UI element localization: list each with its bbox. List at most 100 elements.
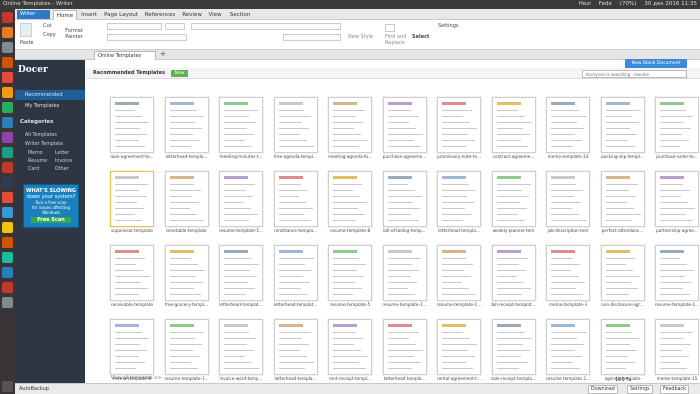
template-thumbnail[interactable] <box>273 171 318 227</box>
template-thumbnail[interactable] <box>219 319 263 375</box>
paragraph-tools[interactable] <box>191 23 341 30</box>
launcher-icon-17[interactable] <box>2 252 13 263</box>
template-thumbnail[interactable] <box>600 245 645 301</box>
template-card[interactable]: resume-template-1... <box>434 245 484 311</box>
paste-button[interactable]: Paste <box>20 40 34 46</box>
launcher-icon-2[interactable] <box>2 27 13 38</box>
template-label[interactable]: perfect-attendanc... <box>598 228 648 234</box>
template-label[interactable]: free-grocery-templ... <box>162 302 212 308</box>
template-thumbnail[interactable] <box>491 171 536 227</box>
tab-page-layout[interactable]: Page Layout <box>103 10 139 20</box>
category-letter[interactable]: Letter <box>55 150 69 157</box>
launcher-icon-13[interactable] <box>2 192 13 203</box>
template-card[interactable]: timetable-template <box>162 171 212 237</box>
template-card[interactable]: receivable-template <box>107 245 157 311</box>
template-thumbnail[interactable] <box>655 171 699 227</box>
template-card[interactable]: meeting-agenda-fo... <box>325 97 375 163</box>
template-thumbnail[interactable] <box>219 171 263 227</box>
template-card[interactable]: sale-receipt-templa... <box>489 319 539 385</box>
template-thumbnail[interactable] <box>110 245 154 301</box>
template-card[interactable]: packing-slip-templ... <box>598 97 648 163</box>
trash-icon[interactable] <box>2 381 13 392</box>
view-all-templates-link[interactable]: View all templates >> <box>111 376 161 381</box>
template-label[interactable]: letterhead-templat... <box>216 302 266 308</box>
template-label[interactable]: packing-slip-templ... <box>598 154 648 160</box>
launcher-icon-14[interactable] <box>2 207 13 218</box>
template-thumbnail[interactable] <box>273 245 318 301</box>
template-label[interactable]: timetable-template <box>162 228 212 234</box>
template-card[interactable]: memo-template-3 <box>543 245 593 311</box>
template-thumbnail[interactable] <box>437 245 481 301</box>
tab-online-templates[interactable]: Online Templates <box>94 51 156 60</box>
style-gallery[interactable] <box>283 34 341 41</box>
template-label[interactable]: sale-receipt-templa... <box>489 376 539 382</box>
template-thumbnail[interactable] <box>655 97 699 153</box>
launcher-icon-1[interactable] <box>2 12 13 23</box>
launcher-icon-16[interactable] <box>2 237 13 248</box>
category-resume[interactable]: Resume <box>28 158 47 165</box>
template-label[interactable]: letterhead templa... <box>434 228 484 234</box>
template-thumbnail[interactable] <box>437 171 481 227</box>
category-memo[interactable]: Memo <box>28 150 43 157</box>
template-thumbnail[interactable] <box>491 97 536 153</box>
template-thumbnail[interactable] <box>273 97 318 153</box>
zoom-level[interactable]: 100 % <box>615 375 631 385</box>
select-button[interactable]: Select <box>412 34 429 40</box>
launcher-icon-8[interactable] <box>2 117 13 128</box>
template-thumbnail[interactable] <box>164 171 209 227</box>
template-thumbnail[interactable] <box>491 319 536 375</box>
launcher-icon-10[interactable] <box>2 147 13 158</box>
template-thumbnail[interactable] <box>110 319 154 375</box>
launcher-icon-11[interactable] <box>2 162 13 173</box>
template-card[interactable]: meeting-minutes-t... <box>216 97 266 163</box>
tab-insert[interactable]: Insert <box>78 10 100 20</box>
template-label[interactable]: memo-template-14 <box>543 154 593 160</box>
template-label[interactable]: weekly-planner-tem <box>489 228 539 234</box>
template-label[interactable]: memo-template-3 <box>543 302 593 308</box>
template-card[interactable]: letterhead templa... <box>380 319 430 385</box>
text-format-tools[interactable] <box>107 34 187 41</box>
template-label[interactable]: non-disclosure-agr... <box>598 302 648 308</box>
find-replace-button[interactable]: Find and Replace <box>385 34 411 46</box>
template-thumbnail[interactable] <box>328 171 372 227</box>
template-thumbnail[interactable] <box>546 319 590 375</box>
font-size-select[interactable] <box>165 23 185 30</box>
launcher-icon-19[interactable] <box>2 282 13 293</box>
template-card[interactable]: supervisor-template <box>107 171 157 237</box>
template-thumbnail[interactable] <box>219 245 263 301</box>
template-card[interactable]: letterhead-templat... <box>216 245 266 311</box>
template-thumbnail[interactable] <box>110 171 154 227</box>
template-card[interactable]: weekly-planner-tem <box>489 171 539 237</box>
template-thumbnail[interactable] <box>437 97 481 153</box>
template-label[interactable]: promissory-note-te... <box>434 154 484 160</box>
template-card[interactable]: resume template 2... <box>543 319 593 385</box>
template-label[interactable]: resume-template-1... <box>162 376 212 382</box>
clock[interactable]: 30 дек 2016 11:35 <box>644 0 697 9</box>
template-thumbnail[interactable] <box>382 171 427 227</box>
template-card[interactable]: contract-agreeme... <box>489 97 539 163</box>
new-style-button[interactable]: New Style <box>348 34 373 40</box>
template-card[interactable]: resume-template-1... <box>162 319 212 385</box>
template-label[interactable]: meeting-minutes-t... <box>216 154 266 160</box>
template-thumbnail[interactable] <box>600 97 645 153</box>
template-card[interactable]: perfect-attendanc... <box>598 171 648 237</box>
template-card[interactable]: purchase-order-te... <box>652 97 700 163</box>
ad-free-scan-button[interactable]: Free Scan <box>31 217 71 223</box>
template-thumbnail[interactable] <box>219 97 263 153</box>
template-thumbnail[interactable] <box>546 245 590 301</box>
template-label[interactable]: bill-of-lading-temp... <box>380 228 430 234</box>
template-thumbnail[interactable] <box>164 319 209 375</box>
launcher-icon-7[interactable] <box>2 102 13 113</box>
template-card[interactable]: remittance-templa... <box>271 171 321 237</box>
launcher-icon-6[interactable] <box>2 87 13 98</box>
template-label[interactable]: resume-template-1... <box>380 302 430 308</box>
template-thumbnail[interactable] <box>600 319 645 375</box>
feedback-button[interactable]: Feedback <box>660 385 689 394</box>
launcher-icon-4[interactable] <box>2 57 13 68</box>
copy-button[interactable]: Copy <box>43 32 56 38</box>
template-card[interactable]: resume-template-1... <box>652 245 700 311</box>
sidebar-item-recommended[interactable]: Recommended <box>15 90 85 100</box>
tab-references[interactable]: References <box>142 10 178 20</box>
font-name-select[interactable] <box>107 23 162 30</box>
template-card[interactable]: purchase-agreeme... <box>380 97 430 163</box>
